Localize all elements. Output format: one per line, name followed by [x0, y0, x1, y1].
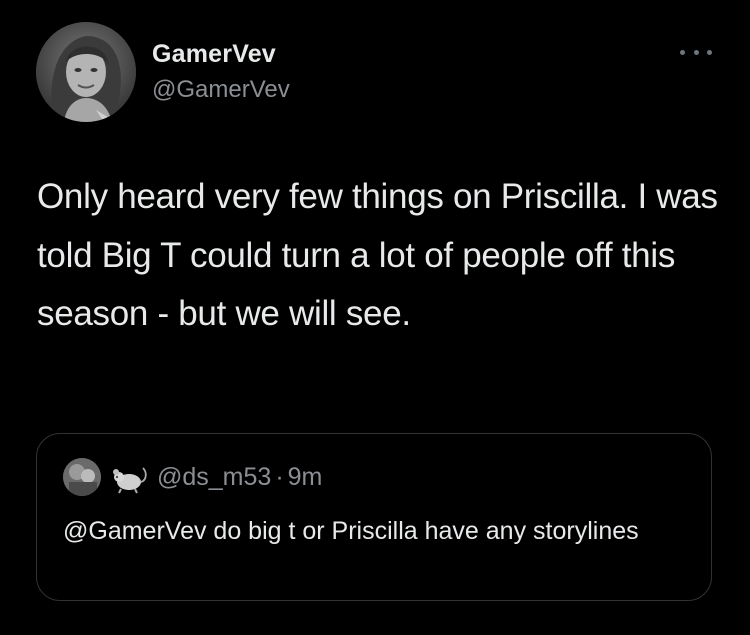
more-dot [693, 49, 699, 55]
author-display-name[interactable]: GamerVev [152, 40, 276, 69]
rat-emoji-icon [109, 462, 149, 496]
more-dot [707, 49, 712, 55]
tweet-text: Only heard very few things on Priscilla.… [37, 177, 718, 333]
author-handle[interactable]: @GamerVev [152, 76, 290, 104]
meta-separator: · [275, 463, 284, 491]
quoted-author-handle[interactable]: @ds_m53 [157, 463, 271, 491]
quoted-tweet-text: @GamerVev do big t or Priscilla have any… [63, 517, 639, 545]
quoted-timestamp[interactable]: 9m [288, 463, 323, 491]
more-options-icon[interactable] [680, 42, 712, 62]
quoted-meta: @ds_m53 · 9m [157, 463, 322, 492]
quoted-author-avatar[interactable] [63, 458, 101, 496]
more-dot [680, 49, 685, 55]
author-avatar[interactable] [36, 22, 136, 122]
quoted-tweet[interactable]: @ds_m53 · 9m @GamerVev do big t or Priscil… [36, 433, 712, 601]
tweet: GamerVev @GamerVev Only heard very few t… [0, 0, 750, 635]
